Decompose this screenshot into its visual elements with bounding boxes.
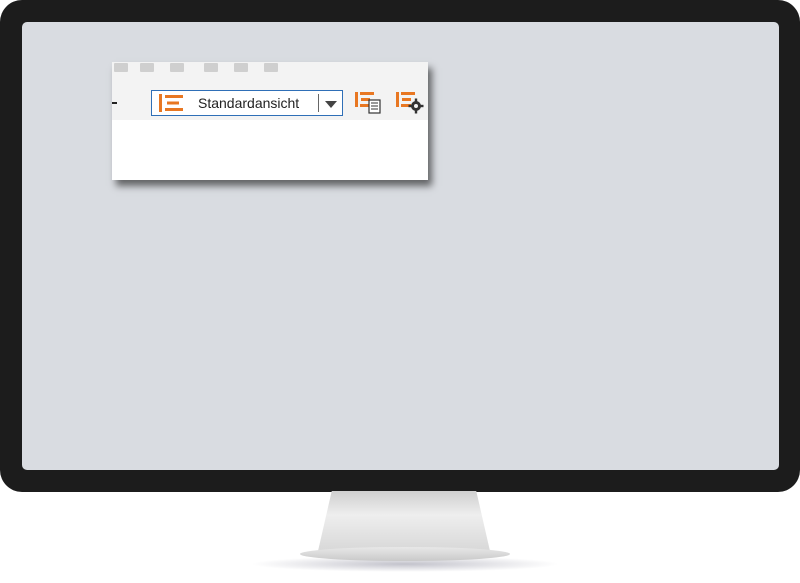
faded-toolbar-row: [112, 62, 428, 74]
delete-icon[interactable]: [234, 63, 248, 72]
chevron-down-icon[interactable]: [323, 97, 339, 111]
toolbar: Standardansicht: [112, 62, 428, 120]
dropdown-divider: [318, 94, 319, 112]
monitor-mockup: Standardansicht: [0, 0, 800, 583]
edit-icon[interactable]: [264, 63, 278, 72]
list-details-icon: [353, 90, 381, 119]
view-selector-dropdown[interactable]: Standardansicht: [151, 90, 343, 116]
toolbar-crop-panel: Standardansicht: [112, 62, 428, 180]
copy-icon[interactable]: [204, 63, 218, 72]
list-settings-button[interactable]: [394, 91, 424, 117]
add-icon[interactable]: [170, 63, 184, 72]
forward-icon[interactable]: [140, 63, 154, 72]
toolbar-separator: [112, 102, 117, 104]
back-icon[interactable]: [114, 63, 128, 72]
list-details-button[interactable]: [352, 91, 382, 117]
monitor-stand-neck: [318, 491, 490, 551]
list-settings-icon: [394, 90, 424, 119]
monitor-stand-base: [300, 547, 510, 561]
view-selector-value: Standardansicht: [198, 95, 300, 111]
list-view-icon: [156, 92, 186, 114]
